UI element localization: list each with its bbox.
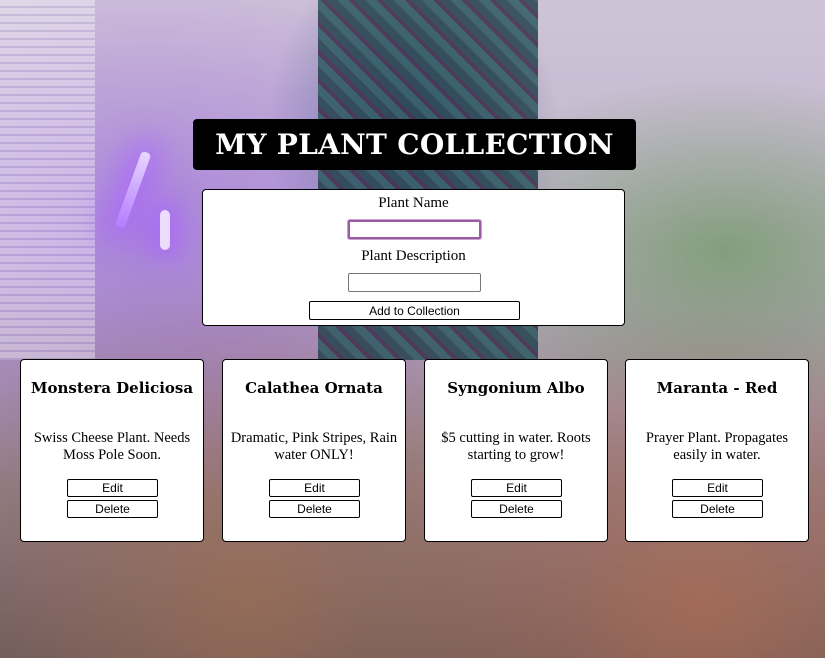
background-grow-lamp-secondary [160, 210, 170, 250]
plant-card-description: Prayer Plant. Propagates easily in water… [645, 430, 789, 463]
background-grow-lamp [114, 150, 152, 230]
edit-plant-button[interactable]: Edit [471, 479, 562, 497]
edit-plant-button[interactable]: Edit [672, 479, 763, 497]
add-plant-form: Plant Name Plant Description Add to Coll… [202, 189, 625, 326]
plant-description-label: Plant Description [361, 248, 466, 264]
plant-card: Monstera Deliciosa Swiss Cheese Plant. N… [20, 359, 204, 542]
plant-card-title: Monstera Deliciosa [30, 379, 194, 397]
plant-card-description: Swiss Cheese Plant. Needs Moss Pole Soon… [33, 430, 191, 463]
plant-card-title: Calathea Ornata [245, 379, 383, 397]
edit-plant-button[interactable]: Edit [269, 479, 360, 497]
plant-description-input[interactable] [348, 273, 481, 292]
plant-card-description: Dramatic, Pink Stripes, Rain water ONLY! [230, 430, 398, 463]
plant-card-description: $5 cutting in water. Roots starting to g… [441, 430, 591, 463]
plant-card: Syngonium Albo $5 cutting in water. Root… [424, 359, 608, 542]
page-title: MY PLANT COLLECTION [215, 128, 614, 161]
edit-plant-button[interactable]: Edit [67, 479, 158, 497]
plant-name-label: Plant Name [378, 195, 449, 211]
delete-plant-button[interactable]: Delete [672, 500, 763, 518]
plant-card: Calathea Ornata Dramatic, Pink Stripes, … [222, 359, 406, 542]
delete-plant-button[interactable]: Delete [67, 500, 158, 518]
page-header: MY PLANT COLLECTION [193, 119, 636, 170]
delete-plant-button[interactable]: Delete [269, 500, 360, 518]
add-to-collection-button[interactable]: Add to Collection [309, 301, 520, 320]
plant-card-title: Syngonium Albo [447, 379, 585, 397]
delete-plant-button[interactable]: Delete [471, 500, 562, 518]
plant-card: Maranta - Red Prayer Plant. Propagates e… [625, 359, 809, 542]
plant-card-title: Maranta - Red [656, 379, 778, 397]
background-window-blinds [0, 0, 95, 360]
plant-name-input[interactable] [348, 220, 481, 239]
